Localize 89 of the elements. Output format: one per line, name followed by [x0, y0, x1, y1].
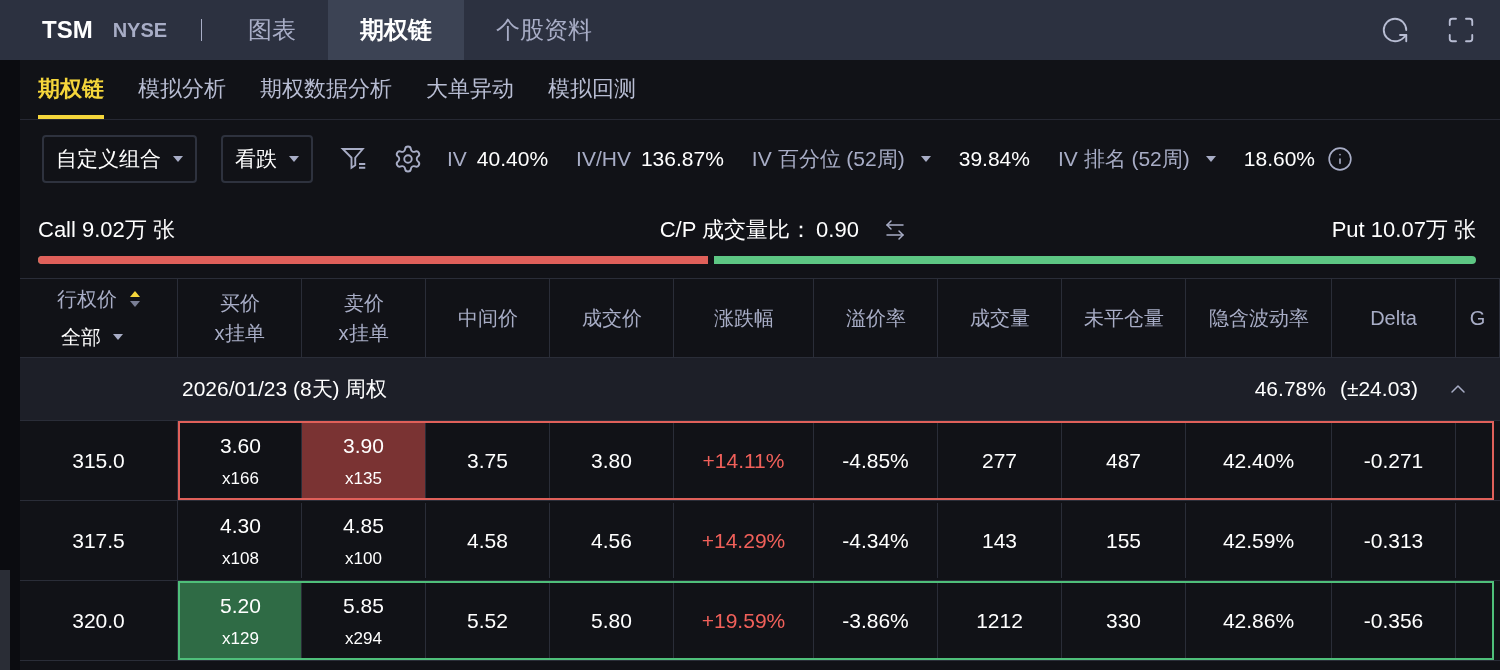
scrollbar-thumb[interactable] — [0, 570, 10, 670]
column-header[interactable]: Delta — [1370, 303, 1417, 333]
table-cell-text: 5.80 — [591, 607, 632, 634]
bid-cell[interactable]: 5.20 x129 — [180, 583, 302, 658]
table-cell-text: 143 — [981, 527, 1017, 554]
strike-price: 320.0 — [72, 607, 125, 634]
symbol: TSM — [42, 15, 93, 45]
refresh-icon[interactable] — [1380, 15, 1410, 45]
table-cell-text: +14.11% — [702, 447, 785, 474]
row-highlight[interactable]: 3.60 x166 3.90 x135 3.75 3.80 +14.11% -4.85% 277 487 42.40% -0.271 — [178, 421, 1494, 500]
ask-cell[interactable]: 4.85 x100 — [302, 503, 426, 578]
table-cell-text: -0.271 — [1363, 447, 1424, 474]
row-highlight[interactable]: 5.20 x129 5.85 x294 5.52 5.80 +19.59% -3.86% 1212 330 42.86% -0.356 — [178, 581, 1494, 660]
caret-icon — [112, 334, 123, 340]
tab[interactable]: 图表 — [216, 0, 329, 60]
fullscreen-icon[interactable] — [1446, 15, 1476, 45]
table-cell-text: 42.86% — [1222, 607, 1295, 634]
column-subheader: x挂单 — [338, 321, 389, 346]
caret-icon — [289, 156, 299, 162]
table-cell-text: -3.86% — [842, 607, 909, 634]
caret-icon — [173, 156, 183, 162]
call-volume: Call 9.02万 张 — [38, 216, 175, 244]
sort-icon[interactable] — [128, 289, 141, 309]
tab[interactable]: 个股资料 — [464, 0, 625, 60]
column-header[interactable]: 涨跌幅 — [713, 303, 774, 333]
column-header[interactable]: 隐含波动率 — [1208, 303, 1309, 333]
table-cell-text: 277 — [981, 447, 1017, 474]
subtab[interactable]: 大单异动 — [426, 72, 514, 119]
stat-menu[interactable]: IV 百分位 (52周) — [751, 143, 931, 175]
column-header[interactable]: 卖价 — [343, 288, 384, 318]
stat-label: IV — [447, 146, 467, 173]
stat-label: IV/HV — [576, 146, 631, 173]
caret-icon — [920, 156, 931, 162]
expiry-group-row[interactable]: 2026/01/23 (8天) 周权 46.78% (±24.03) — [20, 357, 1500, 421]
stat-menu[interactable]: IV 排名 (52周) — [1057, 143, 1216, 175]
tab[interactable]: 期权链 — [328, 0, 465, 60]
put-volume: Put 10.07万 张 — [1331, 216, 1476, 244]
bid-cell[interactable]: 4.30 x108 — [180, 503, 302, 578]
stat-value: 18.60% — [1243, 146, 1316, 173]
caret-icon — [1205, 156, 1216, 162]
table-cell-text: 155 — [1105, 527, 1141, 554]
subtab[interactable]: 模拟分析 — [138, 72, 226, 119]
table-cell-text: 3.75 — [467, 447, 508, 474]
info-icon[interactable] — [1327, 146, 1354, 172]
table-cell-text: -4.34% — [842, 527, 909, 554]
table-cell-text: 3.80 — [591, 447, 632, 474]
strike-price: 315.0 — [72, 447, 125, 474]
column-header[interactable]: 中间价 — [457, 303, 518, 333]
table-cell-text: 42.59% — [1222, 527, 1295, 554]
column-subheader: x挂单 — [214, 321, 265, 346]
column-header[interactable]: 买价 — [219, 288, 260, 318]
column-header[interactable]: 溢价率 — [845, 303, 906, 333]
table-cell-text: 487 — [1105, 447, 1141, 474]
table-cell-text: 1212 — [976, 607, 1023, 634]
column-header[interactable]: 行权价 — [56, 284, 117, 314]
table-cell-text: 4.56 — [591, 527, 632, 554]
subtab[interactable]: 期权数据分析 — [260, 72, 392, 119]
table-cell-text: 4.58 — [467, 527, 508, 554]
row-highlight[interactable]: 4.30 x108 4.85 x100 4.58 4.56 +14.29% -4.34% 143 155 42.59% -0.313 — [178, 501, 1494, 580]
group-iv: 46.78% — [1254, 376, 1326, 403]
column-header[interactable]: G — [1469, 303, 1486, 333]
stat-value: 136.87% — [640, 146, 724, 173]
stat-value: 39.84% — [958, 146, 1030, 173]
ratio-label: C/P 成交量比： — [659, 216, 813, 244]
table-cell-text: -0.313 — [1363, 527, 1424, 554]
exchange: NYSE — [112, 18, 168, 43]
group-range: (±24.03) — [1339, 376, 1418, 403]
settings-icon[interactable] — [393, 144, 423, 174]
table-cell-text: -4.85% — [842, 447, 909, 474]
dropdown[interactable]: 看跌 — [221, 135, 313, 183]
table-cell-text: +19.59% — [701, 607, 786, 634]
stat-value: 40.40% — [476, 146, 549, 173]
column-header[interactable]: 未平仓量 — [1083, 303, 1164, 333]
table-cell-text: 42.40% — [1222, 447, 1295, 474]
strike-filter[interactable]: 全部 — [60, 322, 101, 352]
subtab[interactable]: 期权链 — [38, 72, 104, 119]
ask-cell[interactable]: 5.85 x294 — [302, 583, 426, 658]
table-cell-text: -0.356 — [1363, 607, 1424, 634]
table-cell-text: +14.29% — [701, 527, 786, 554]
dropdown[interactable]: 自定义组合 — [42, 135, 197, 183]
ratio-value: 0.90 — [816, 216, 859, 244]
strike-price: 317.5 — [72, 527, 125, 554]
column-header[interactable]: 成交量 — [969, 303, 1030, 333]
expiry-title: 2026/01/23 (8天) 周权 — [182, 376, 388, 403]
subtab[interactable]: 模拟回测 — [548, 72, 636, 119]
table-cell-text: 5.52 — [467, 607, 508, 634]
table-cell-text: 330 — [1105, 607, 1141, 634]
ask-cell[interactable]: 3.90 x135 — [302, 423, 426, 498]
column-header[interactable]: 成交价 — [581, 303, 642, 333]
